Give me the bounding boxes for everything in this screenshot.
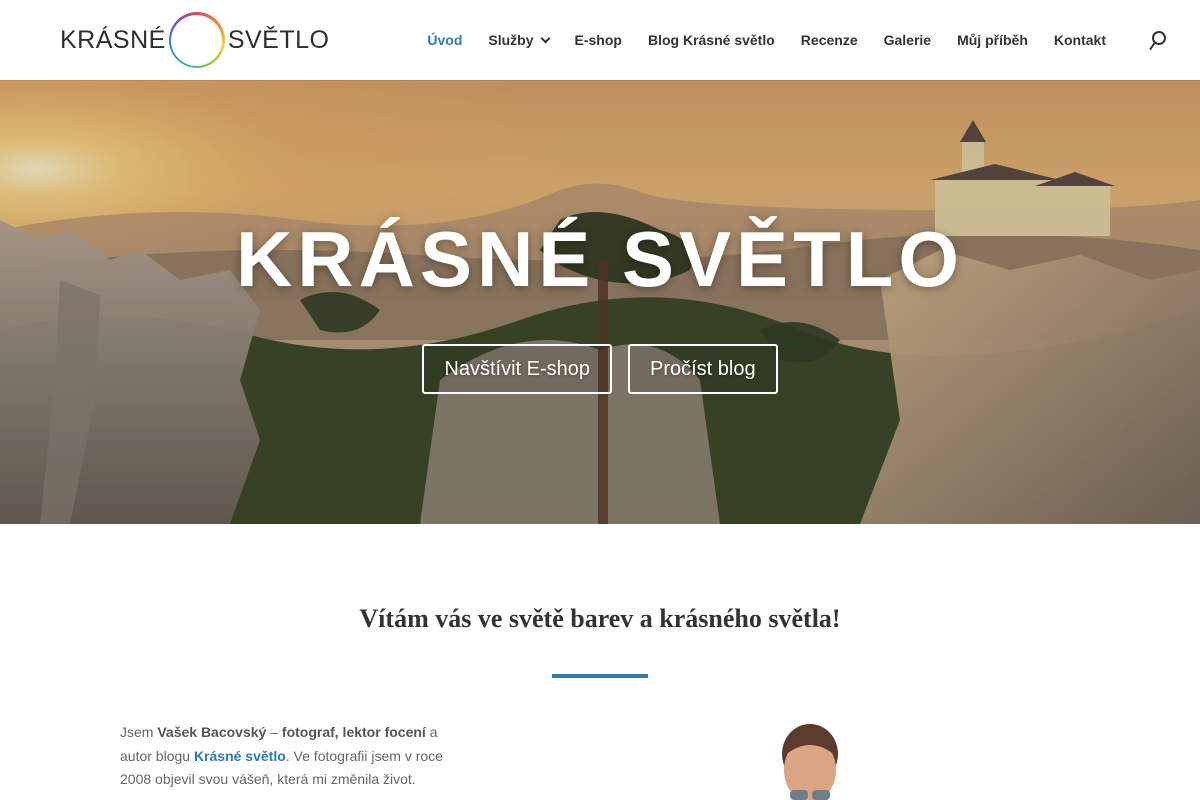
nav-item-muj-pribeh[interactable]: Můj příběh — [957, 32, 1028, 48]
nav-item-sluzby[interactable]: Služby — [488, 32, 550, 48]
intro-paragraph: Jsem Vašek Bacovský – fotograf, lektor f… — [120, 721, 460, 792]
site-logo[interactable]: KRÁSNÉ SVĚTLO — [60, 10, 329, 70]
logo-text-left: KRÁSNÉ — [60, 25, 166, 54]
nav-item-recenze[interactable]: Recenze — [801, 32, 858, 48]
logo-text-right: SVĚTLO — [227, 25, 330, 54]
nav-item-galerie[interactable]: Galerie — [884, 32, 931, 48]
nav-item-blog[interactable]: Blog Krásné světlo — [648, 32, 775, 48]
welcome-heading: Vítám vás ve světě barev a krásného svět… — [359, 604, 841, 633]
intro-text-1: Jsem — [120, 724, 158, 740]
author-name: Vašek Bacovský — [157, 724, 267, 740]
hero-buttons: Navštívit E-shop Pročíst blog — [0, 344, 1200, 394]
section-divider — [552, 674, 648, 678]
author-role: fotograf, lektor focení — [281, 724, 426, 740]
blog-link[interactable]: Krásné světlo — [194, 748, 286, 764]
author-portrait-image — [754, 720, 864, 800]
search-icon[interactable] — [1149, 30, 1167, 52]
nav-item-kontakt[interactable]: Kontakt — [1054, 32, 1106, 48]
read-blog-button[interactable]: Pročíst blog — [628, 344, 778, 394]
main-nav: Úvod Služby E-shop Blog Krásné světlo Re… — [401, 0, 1106, 80]
nav-item-eshop[interactable]: E-shop — [575, 32, 622, 48]
chevron-down-icon — [540, 33, 550, 43]
hero-title: KRÁSNÉ SVĚTLO — [235, 215, 965, 303]
nav-item-sluzby-label: Služby — [488, 32, 534, 48]
nav-item-uvod[interactable]: Úvod — [427, 32, 462, 48]
intro-text-2: – — [266, 724, 282, 740]
visit-eshop-button[interactable]: Navštívit E-shop — [422, 344, 612, 394]
site-header: KRÁSNÉ SVĚTLO Úvod Služby E-shop Blog Kr… — [0, 0, 1200, 80]
hero-banner: KRÁSNÉ SVĚTLO Navštívit E-shop Pročíst b… — [0, 80, 1200, 524]
logo-ring-icon — [168, 12, 225, 68]
